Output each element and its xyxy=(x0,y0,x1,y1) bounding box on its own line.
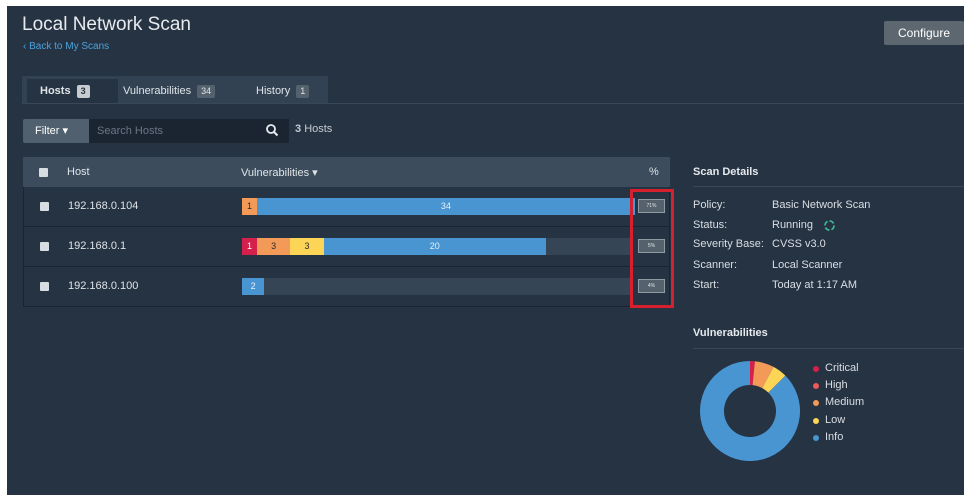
scan-details-title: Scan Details xyxy=(693,166,759,178)
filter-label: Filter ▾ xyxy=(35,125,69,137)
row-checkbox[interactable] xyxy=(40,242,49,251)
legend-info-label: Info xyxy=(825,431,844,443)
bar-segment-info: 2 xyxy=(242,278,265,295)
host-ip: 192.168.0.104 xyxy=(68,200,139,212)
bar-segment-info: 20 xyxy=(323,238,546,255)
legend-critical-label: Critical xyxy=(825,362,859,374)
legend-medium-dot xyxy=(813,400,819,406)
table-row[interactable]: 192.168.0.104 1 34 71% xyxy=(23,187,670,227)
tab-vulnerabilities[interactable]: Vulnerabilities 34 xyxy=(123,79,216,103)
select-all-checkbox[interactable] xyxy=(39,168,48,177)
legend-high: High xyxy=(813,379,848,391)
table-row[interactable]: 192.168.0.1 1 3 3 20 5% xyxy=(23,227,670,267)
tab-hosts-count: 3 xyxy=(76,85,90,98)
bar-segment-medium: 3 xyxy=(257,238,291,255)
filter-dropdown-button[interactable]: Filter ▾ xyxy=(23,119,89,143)
column-header-host[interactable]: Host xyxy=(67,166,90,178)
vulnerability-bar: 1 34 xyxy=(242,198,635,215)
start-label: Start: xyxy=(693,279,720,291)
configure-button[interactable]: Configure xyxy=(884,21,964,45)
legend-info: Info xyxy=(813,431,844,443)
search-hosts-input[interactable] xyxy=(89,119,289,143)
tab-vulnerabilities-count: 34 xyxy=(197,85,216,98)
legend-low-label: Low xyxy=(825,414,846,426)
host-ip: 192.168.0.100 xyxy=(68,280,139,292)
legend-critical: Critical xyxy=(813,362,859,374)
status-value: Running xyxy=(772,219,813,231)
legend-high-dot xyxy=(813,383,819,389)
tab-hosts[interactable]: Hosts 3 xyxy=(27,79,118,103)
scanner-label: Scanner: xyxy=(693,259,738,271)
host-count-label: Hosts xyxy=(304,123,333,135)
row-checkbox[interactable] xyxy=(40,282,49,291)
page-title: Local Network Scan xyxy=(22,14,191,35)
bar-segment-critical: 1 xyxy=(242,238,257,255)
vulnerability-bar: 2 xyxy=(242,278,631,295)
tab-divider xyxy=(22,103,964,104)
table-row[interactable]: 192.168.0.100 2 4% xyxy=(23,267,670,307)
bar-segment-info: 34 xyxy=(257,198,635,215)
legend-medium-label: Medium xyxy=(825,396,865,408)
severity-base-label: Severity Base: xyxy=(693,238,764,250)
scanner-value: Local Scanner xyxy=(772,259,843,271)
legend-info-dot xyxy=(813,435,819,441)
host-count-number: 3 xyxy=(295,123,302,135)
bar-segment-low: 3 xyxy=(290,238,324,255)
row-checkbox[interactable] xyxy=(40,202,49,211)
policy-value: Basic Network Scan xyxy=(772,199,871,211)
policy-label: Policy: xyxy=(693,199,726,211)
spinner-icon xyxy=(824,220,835,231)
legend-low-dot xyxy=(813,418,819,424)
legend-critical-dot xyxy=(813,366,819,372)
tab-history-label: History xyxy=(256,85,291,97)
vulnerabilities-chart-title: Vulnerabilities xyxy=(693,327,768,339)
legend-low: Low xyxy=(813,414,846,426)
tab-history-count: 1 xyxy=(296,85,310,98)
tab-vulnerabilities-label: Vulnerabilities xyxy=(123,85,192,97)
host-ip: 192.168.0.1 xyxy=(68,240,127,252)
vulnerability-bar: 1 3 3 20 xyxy=(242,238,631,255)
severity-base-value: CVSS v3.0 xyxy=(772,238,826,250)
legend-high-label: High xyxy=(825,379,848,391)
column-header-percent[interactable]: % xyxy=(649,166,659,178)
legend-medium: Medium xyxy=(813,396,865,408)
section-divider xyxy=(693,186,964,187)
bar-segment-medium: 1 xyxy=(242,198,257,215)
host-count: 3 Hosts xyxy=(295,123,332,135)
search-icon[interactable] xyxy=(265,123,279,137)
column-header-vulnerabilities[interactable]: Vulnerabilities ▾ xyxy=(241,166,318,179)
back-to-scans-link[interactable]: ‹ Back to My Scans xyxy=(23,41,109,52)
highlight-box xyxy=(630,189,674,308)
scan-window: Local Network Scan ‹ Back to My Scans Co… xyxy=(7,6,964,495)
tab-history[interactable]: History 1 xyxy=(256,79,310,103)
status-label: Status: xyxy=(693,219,728,231)
tab-hosts-label: Hosts xyxy=(40,85,71,97)
table-header: Host Vulnerabilities ▾ % xyxy=(23,157,670,187)
vulnerabilities-donut-chart xyxy=(700,361,801,461)
start-value: Today at 1:17 AM xyxy=(772,279,857,291)
section-divider xyxy=(693,348,964,349)
